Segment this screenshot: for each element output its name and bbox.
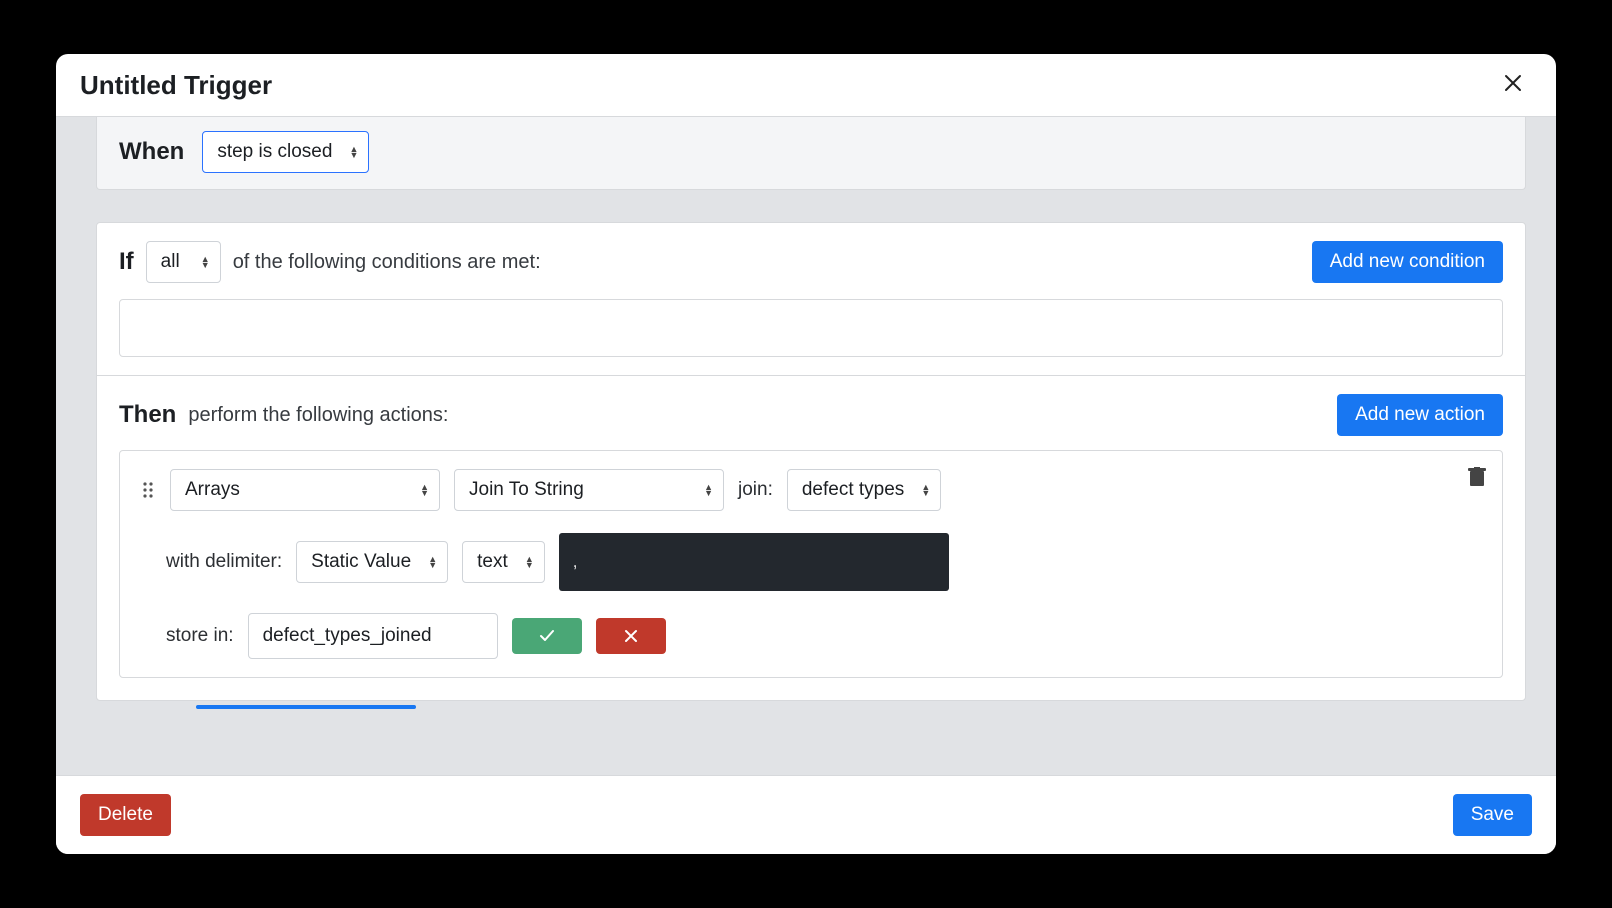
delete-trigger-button[interactable]: Delete: [80, 794, 171, 836]
cancel-action-button[interactable]: [596, 618, 666, 654]
delete-action-button[interactable]: [1468, 467, 1486, 492]
if-mode-select[interactable]: all ▲▼: [146, 241, 221, 283]
save-trigger-button[interactable]: Save: [1453, 794, 1532, 836]
drag-handle[interactable]: [140, 477, 156, 503]
select-chevrons-icon: ▲▼: [201, 256, 210, 268]
action-row-3: store in:: [140, 613, 1482, 659]
when-section: When step is closed ▲▼: [96, 116, 1526, 190]
select-chevrons-icon: ▲▼: [525, 556, 534, 568]
delimiter-value-input[interactable]: [559, 533, 949, 591]
dialog-footer: Delete Save: [56, 776, 1556, 854]
then-suffix-text: perform the following actions:: [188, 404, 448, 427]
action-row-2: with delimiter: Static Value ▲▼ text ▲▼: [140, 533, 1482, 591]
if-section: If all ▲▼ of the following conditions ar…: [97, 223, 1525, 376]
if-label: If: [119, 248, 134, 276]
dialog-title: Untitled Trigger: [80, 70, 272, 101]
action-row-1: Arrays ▲▼ Join To String ▲▼ join: defect…: [140, 469, 1482, 511]
close-button[interactable]: [1494, 66, 1532, 104]
delimiter-source-value: Static Value: [311, 551, 411, 573]
if-mode-value: all: [161, 251, 180, 273]
when-event-value: step is closed: [217, 141, 332, 163]
if-suffix-text: of the following conditions are met:: [233, 251, 541, 274]
then-section-header: Then perform the following actions: Add …: [97, 376, 1525, 436]
close-icon: [1504, 74, 1522, 92]
select-chevrons-icon: ▲▼: [420, 484, 429, 496]
content-area: When step is closed ▲▼ If all ▲▼: [56, 116, 1556, 776]
action-operation-value: Join To String: [469, 479, 584, 501]
x-icon: [623, 628, 639, 644]
titlebar: Untitled Trigger: [56, 54, 1556, 116]
select-chevrons-icon: ▲▼: [704, 484, 713, 496]
delimiter-label: with delimiter:: [166, 551, 282, 573]
select-chevrons-icon: ▲▼: [350, 146, 359, 158]
store-in-input[interactable]: [248, 613, 498, 659]
delimiter-source-select[interactable]: Static Value ▲▼: [296, 541, 448, 583]
dialog-window: Untitled Trigger When step is closed ▲▼: [56, 54, 1556, 854]
add-condition-button[interactable]: Add new condition: [1312, 241, 1503, 283]
add-action-button[interactable]: Add new action: [1337, 394, 1503, 436]
bottom-active-indicator: [196, 705, 416, 709]
when-event-select[interactable]: step is closed ▲▼: [202, 131, 369, 173]
action-card: Arrays ▲▼ Join To String ▲▼ join: defect…: [119, 450, 1503, 678]
delimiter-type-select[interactable]: text ▲▼: [462, 541, 545, 583]
join-field-select[interactable]: defect types ▲▼: [787, 469, 941, 511]
action-category-value: Arrays: [185, 479, 240, 501]
store-in-label: store in:: [166, 625, 234, 647]
confirm-action-button[interactable]: [512, 618, 582, 654]
join-label: join:: [738, 479, 773, 501]
conditions-empty-box: [119, 299, 1503, 357]
delimiter-type-value: text: [477, 551, 508, 573]
rules-panel: If all ▲▼ of the following conditions ar…: [96, 222, 1526, 701]
trash-icon: [1468, 467, 1486, 487]
select-chevrons-icon: ▲▼: [428, 556, 437, 568]
select-chevrons-icon: ▲▼: [921, 484, 930, 496]
then-section-body: Arrays ▲▼ Join To String ▲▼ join: defect…: [97, 450, 1525, 700]
drag-handle-icon: [142, 481, 154, 499]
action-category-select[interactable]: Arrays ▲▼: [170, 469, 440, 511]
action-operation-select[interactable]: Join To String ▲▼: [454, 469, 724, 511]
when-label: When: [119, 138, 184, 166]
join-field-value: defect types: [802, 479, 904, 501]
check-icon: [539, 628, 555, 644]
then-label: Then: [119, 401, 176, 429]
